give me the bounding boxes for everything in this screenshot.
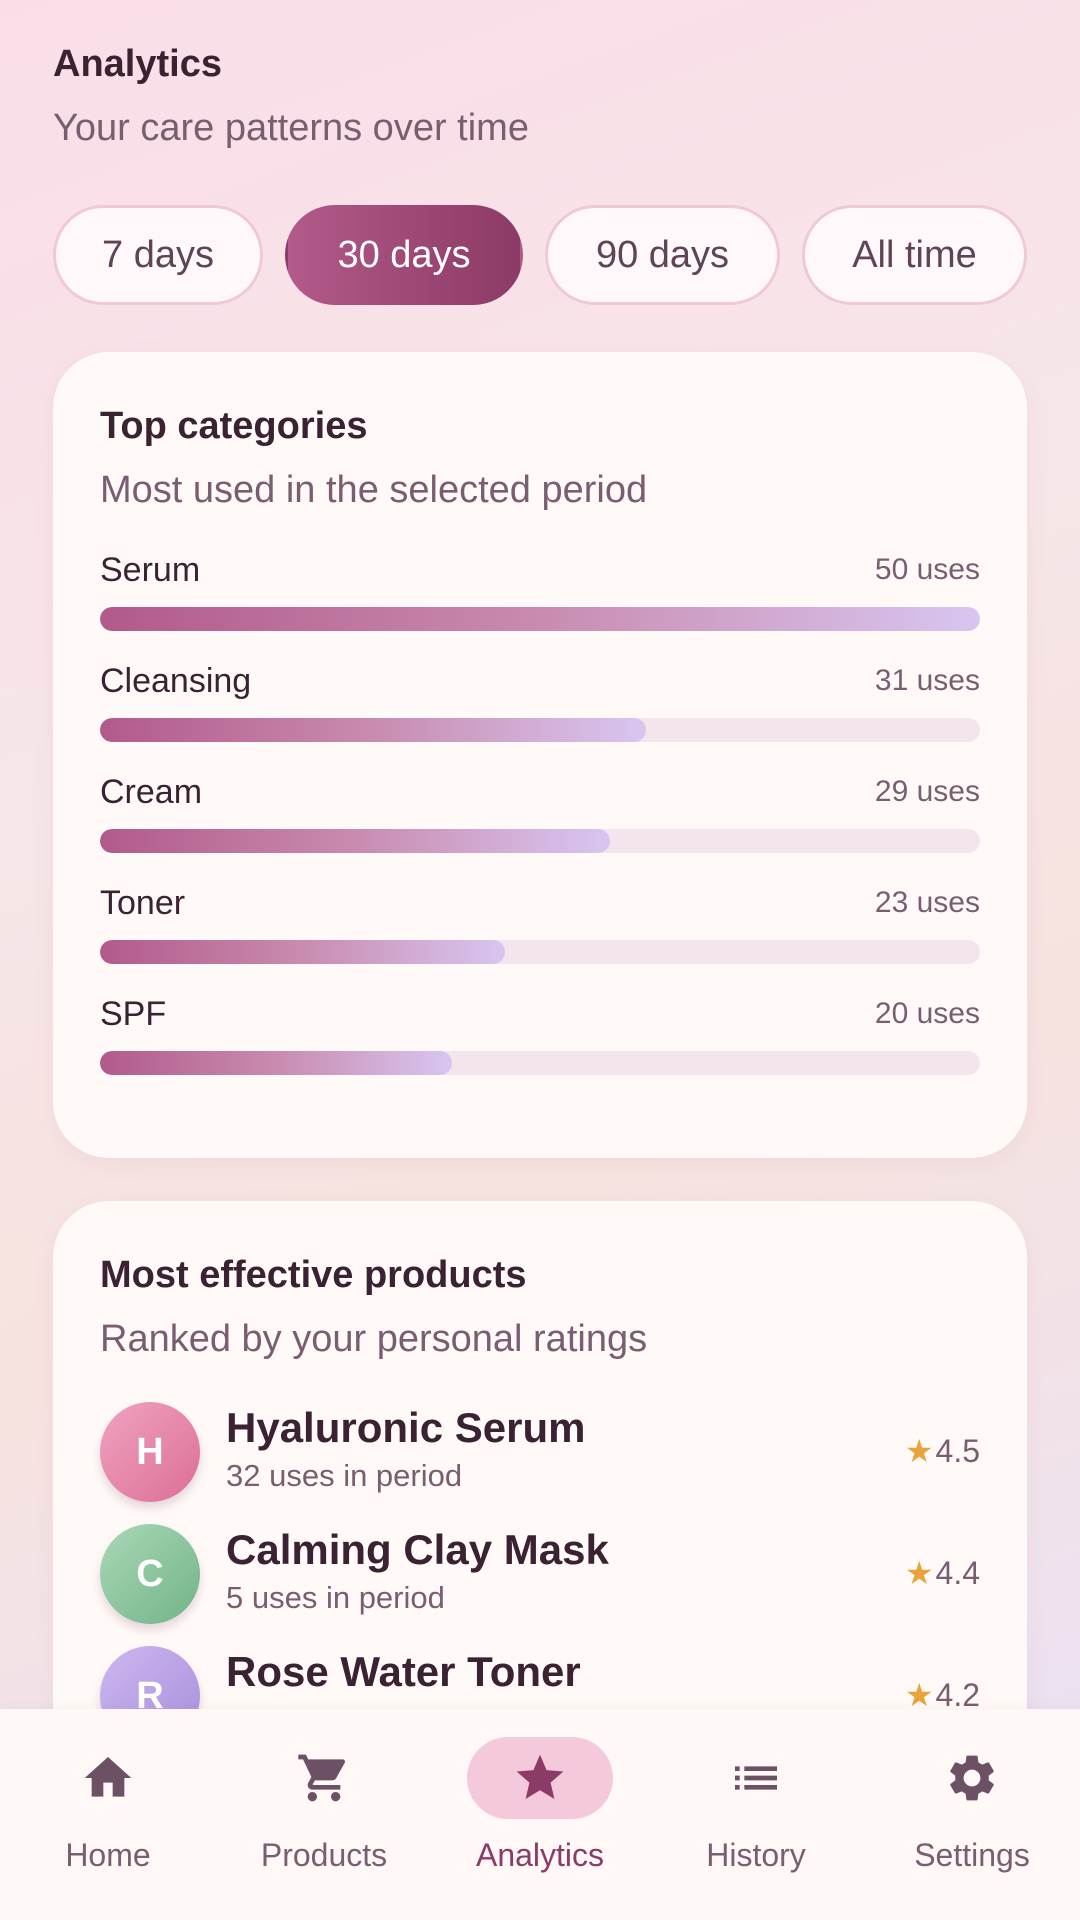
- category-row: Cream 29 uses: [100, 765, 980, 876]
- product-rating-value: 4.5: [935, 1432, 980, 1469]
- cart-icon: [298, 1754, 346, 1802]
- period-selector: 7 days 30 days 90 days All time: [53, 205, 1027, 305]
- product-name: Calming Clay Mask: [226, 1526, 609, 1574]
- effective-products-card: Most effective products Ranked by your p…: [53, 1201, 1027, 1761]
- product-rating-value: 4.4: [935, 1554, 980, 1591]
- page-subtitle: Your care patterns over time: [53, 106, 529, 149]
- top-categories-card: Top categories Most used in the selected…: [53, 352, 1027, 1158]
- category-bar-track: [100, 718, 980, 743]
- period-chip-90-days[interactable]: 90 days: [545, 205, 780, 305]
- star-icon: ★: [904, 1555, 934, 1592]
- nav-item-analytics[interactable]: Analytics: [432, 1709, 648, 1920]
- nav-pill: [899, 1737, 1045, 1819]
- nav-item-settings[interactable]: Settings: [864, 1709, 1080, 1920]
- category-bar-track: [100, 607, 980, 632]
- nav-label: Products: [260, 1837, 388, 1873]
- category-name: Cream: [100, 773, 203, 812]
- period-chip-7-days[interactable]: 7 days: [53, 205, 263, 305]
- period-chip-all-time[interactable]: All time: [802, 205, 1027, 305]
- product-avatar: H: [100, 1402, 200, 1503]
- product-row[interactable]: H Hyaluronic Serum 32 uses in period ★ 4…: [100, 1402, 980, 1524]
- category-uses: 31 uses: [874, 664, 980, 698]
- page-title: Analytics: [53, 43, 222, 85]
- star-icon: ★: [904, 1433, 934, 1470]
- category-list: Serum 50 uses Cleansing 31 uses Cream 29…: [100, 543, 980, 1098]
- home-icon: [84, 1757, 132, 1797]
- nav-pill: [35, 1737, 181, 1819]
- category-uses: 29 uses: [874, 775, 980, 809]
- category-name: Serum: [100, 551, 201, 590]
- bottom-navigation: Home Products Analytics History Settings: [0, 1709, 1080, 1920]
- nav-label: Analytics: [475, 1837, 605, 1873]
- product-avatar: C: [100, 1524, 200, 1625]
- gear-icon: [950, 1755, 994, 1801]
- top-categories-subtitle: Most used in the selected period: [100, 468, 648, 511]
- category-bar-fill: [100, 940, 505, 965]
- category-row: Cleansing 31 uses: [100, 654, 980, 765]
- nav-pill: [251, 1737, 397, 1819]
- product-name: Rose Water Toner: [226, 1648, 581, 1696]
- category-uses: 23 uses: [874, 886, 980, 920]
- category-bar-fill: [100, 607, 980, 632]
- product-uses: 5 uses in period: [226, 1580, 445, 1616]
- category-bar-fill: [100, 829, 611, 854]
- page-header: Analytics Your care patterns over time: [53, 42, 529, 151]
- product-rating: ★ 4.4: [905, 1554, 980, 1592]
- nav-item-products[interactable]: Products: [216, 1709, 432, 1920]
- category-bar-fill: [100, 1051, 452, 1076]
- category-name: Toner: [100, 884, 186, 923]
- nav-label: History: [706, 1837, 806, 1873]
- category-bar-track: [100, 829, 980, 854]
- product-row[interactable]: C Calming Clay Mask 5 uses in period ★ 4…: [100, 1524, 980, 1646]
- category-bar-fill: [100, 718, 646, 743]
- category-uses: 20 uses: [874, 997, 980, 1031]
- category-row: Serum 50 uses: [100, 543, 980, 654]
- star-icon: [516, 1754, 564, 1799]
- nav-pill: [683, 1737, 829, 1819]
- category-name: Cleansing: [100, 662, 252, 701]
- nav-item-history[interactable]: History: [648, 1709, 864, 1920]
- category-bar-track: [100, 1051, 980, 1076]
- product-uses: 32 uses in period: [226, 1458, 463, 1494]
- category-bar-track: [100, 940, 980, 965]
- product-name: Hyaluronic Serum: [226, 1404, 586, 1452]
- category-row: Toner 23 uses: [100, 876, 980, 987]
- top-categories-title: Top categories: [100, 405, 368, 447]
- nav-label: Home: [65, 1837, 151, 1873]
- nav-label: Settings: [914, 1837, 1030, 1873]
- nav-pill: [467, 1737, 613, 1819]
- category-uses: 50 uses: [874, 553, 980, 587]
- nav-item-home[interactable]: Home: [0, 1709, 216, 1920]
- category-row: SPF 20 uses: [100, 987, 980, 1098]
- effective-products-subtitle: Ranked by your personal ratings: [100, 1317, 648, 1360]
- list-icon: [735, 1766, 777, 1790]
- period-chip-30-days[interactable]: 30 days: [285, 205, 523, 305]
- effective-products-title: Most effective products: [100, 1254, 527, 1296]
- category-name: SPF: [100, 995, 167, 1034]
- product-rating: ★ 4.5: [905, 1432, 980, 1470]
